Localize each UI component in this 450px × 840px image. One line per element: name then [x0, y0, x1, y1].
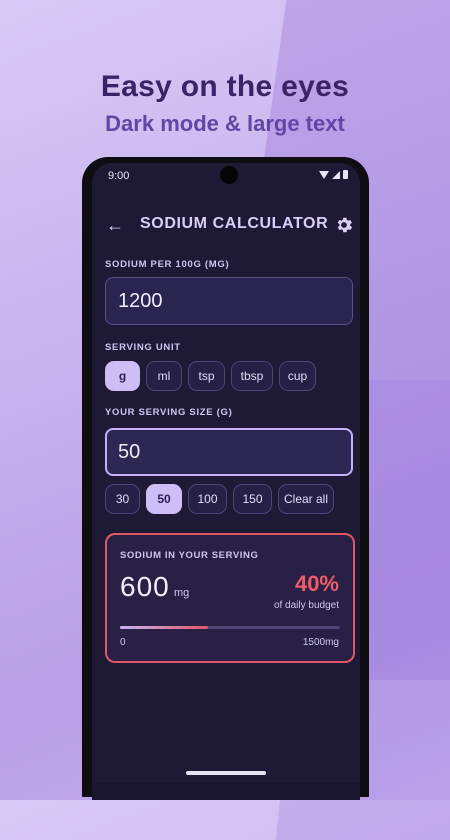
signal-icon: [332, 170, 340, 179]
gear-icon[interactable]: [334, 215, 354, 235]
sodium-per-100g-label: SODIUM PER 100G (MG): [105, 259, 230, 270]
serving-size-input[interactable]: 50: [105, 428, 353, 476]
app-bar: ← SODIUM CALCULATOR: [92, 213, 360, 239]
phone-screen: 9:00 ← SODIUM CALCULATOR SODIUM PER 100G…: [92, 163, 360, 800]
status-time: 9:00: [108, 170, 130, 182]
preset-chip-100[interactable]: 100: [188, 484, 227, 514]
progress-max-label: 1500mg: [302, 637, 339, 648]
serving-unit-label: SERVING UNIT: [105, 342, 181, 353]
promo-headline: Easy on the eyes: [100, 70, 350, 103]
result-unit: mg: [174, 587, 190, 599]
sodium-per-100g-input[interactable]: 1200: [105, 277, 353, 325]
daily-percent: 40%: [294, 571, 339, 596]
unit-chip-g[interactable]: g: [105, 361, 140, 391]
status-bar: 9:00: [92, 163, 360, 189]
result-card: SODIUM IN YOUR SERVING 600 mg 40% of dai…: [105, 533, 355, 663]
clear-all-button[interactable]: Clear all: [278, 484, 334, 514]
result-label: SODIUM IN YOUR SERVING: [120, 550, 259, 561]
serving-size-label: YOUR SERVING SIZE (G): [105, 407, 233, 418]
budget-progress-track: [120, 626, 340, 629]
promo-subline: Dark mode & large text: [105, 111, 345, 136]
home-indicator[interactable]: [186, 771, 266, 775]
battery-icon: [343, 170, 348, 179]
arrow-back-icon[interactable]: ←: [104, 213, 126, 237]
page-title: SODIUM CALCULATOR: [140, 215, 329, 232]
unit-chip-tbsp[interactable]: tbsp: [231, 361, 273, 391]
result-value: 600: [120, 571, 170, 602]
serving-unit-chips: g ml tsp tbsp cup: [105, 361, 316, 391]
unit-chip-ml[interactable]: ml: [146, 361, 182, 391]
budget-progress-fill: [120, 626, 208, 629]
nav-bar-area: [92, 783, 360, 800]
serving-size-presets: 30 50 100 150 Clear all: [105, 484, 334, 514]
unit-chip-tsp[interactable]: tsp: [188, 361, 225, 391]
daily-percent-caption: of daily budget: [273, 600, 339, 611]
unit-chip-cup[interactable]: cup: [279, 361, 316, 391]
camera-cutout: [220, 166, 238, 184]
status-icons: [319, 170, 348, 179]
progress-min-label: 0: [120, 637, 126, 648]
preset-chip-150[interactable]: 150: [233, 484, 272, 514]
wifi-icon: [319, 170, 329, 179]
preset-chip-50[interactable]: 50: [146, 484, 182, 514]
preset-chip-30[interactable]: 30: [105, 484, 140, 514]
